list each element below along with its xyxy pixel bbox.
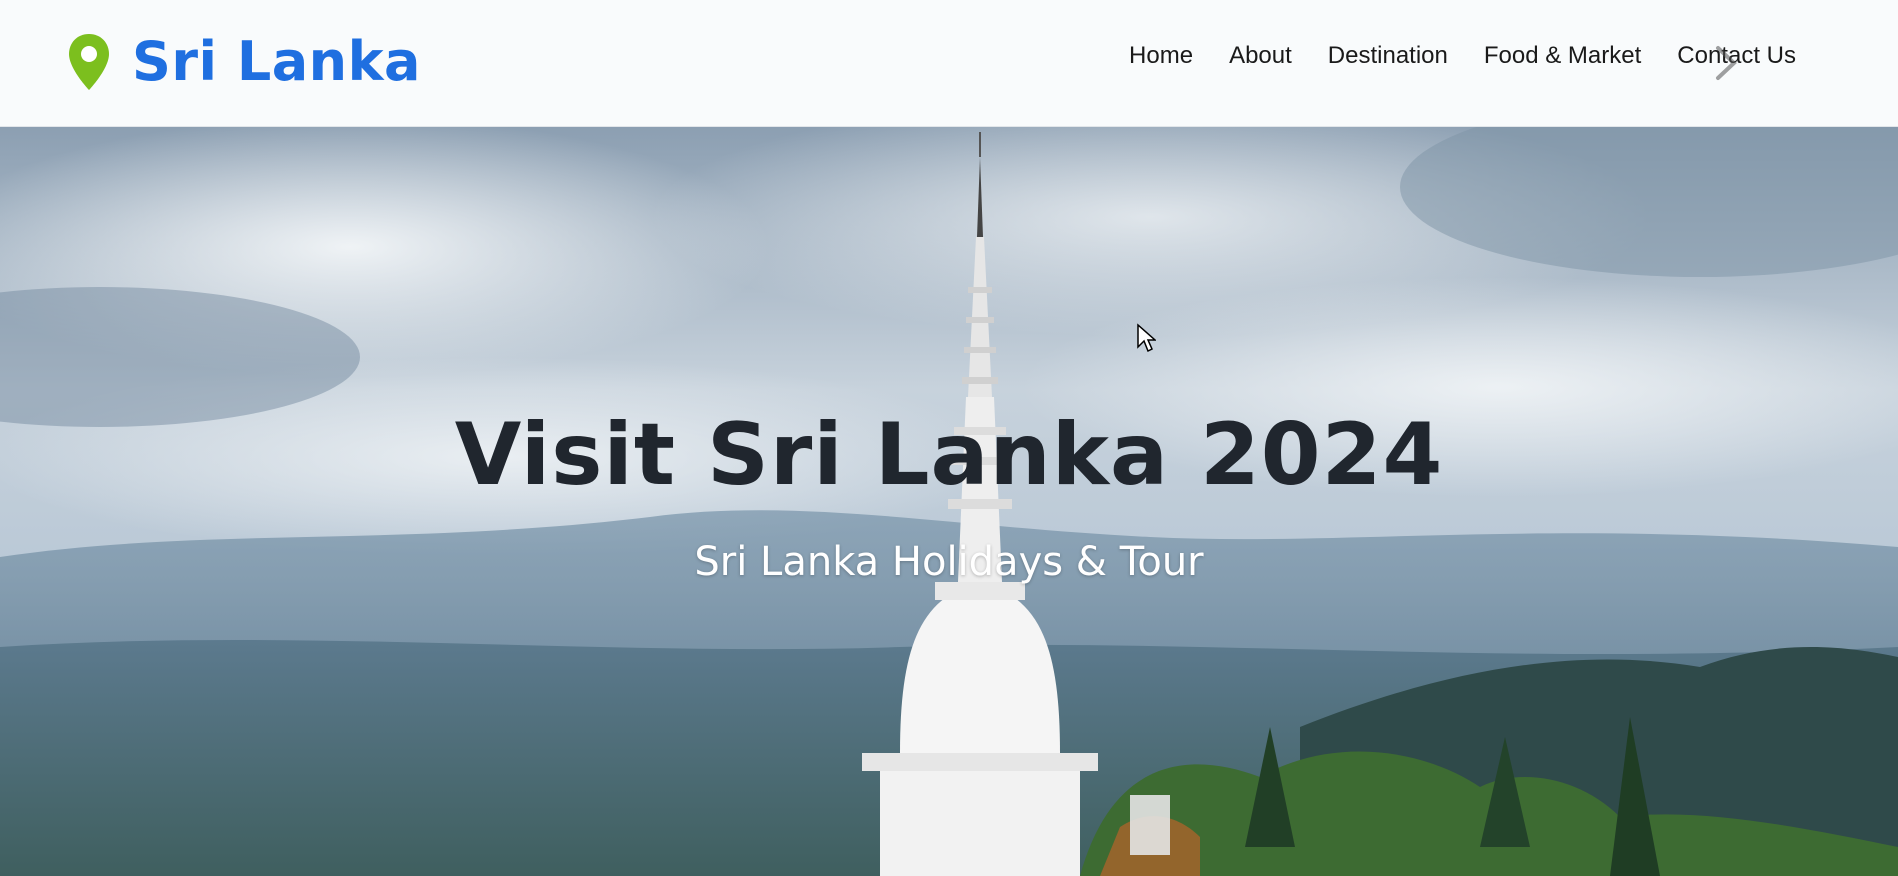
main-nav: Home About Destination Food & Market Con… (1093, 42, 1796, 70)
hero-section: Visit Sri Lanka 2024 Sri Lanka Holidays … (0, 127, 1898, 876)
nav-item-food-market[interactable]: Food & Market (1484, 42, 1641, 70)
nav-item-destination[interactable]: Destination (1328, 42, 1448, 70)
nav-item-about[interactable]: About (1229, 42, 1292, 70)
map-pin-icon (69, 33, 109, 90)
brand-name: Sri Lanka (132, 30, 421, 93)
chevron-right-icon[interactable] (1712, 44, 1740, 82)
mouse-cursor-icon (1137, 323, 1156, 353)
hero-subtitle: Sri Lanka Holidays & Tour (694, 539, 1204, 585)
site-header: Sri Lanka Home About Destination Food & … (0, 0, 1898, 127)
nav-item-home[interactable]: Home (1129, 42, 1193, 70)
hero-title: Visit Sri Lanka 2024 (454, 405, 1444, 505)
brand-logo[interactable]: Sri Lanka (66, 30, 421, 93)
